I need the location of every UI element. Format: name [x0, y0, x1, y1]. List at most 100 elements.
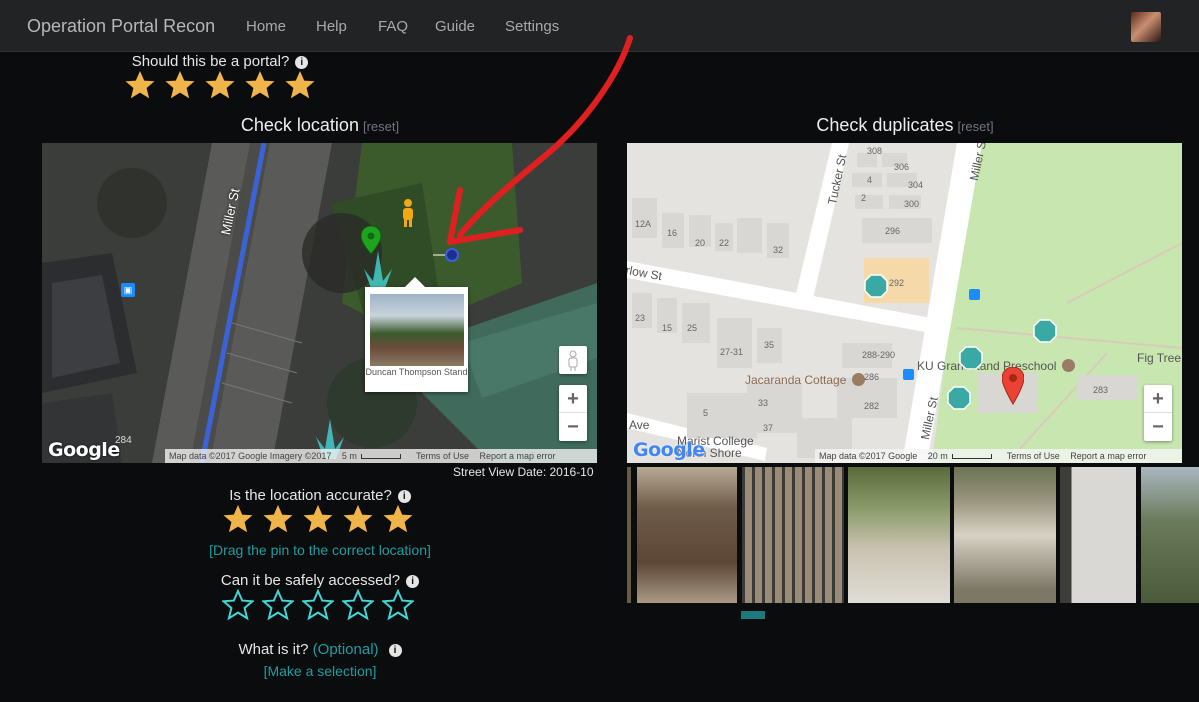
star-icon[interactable]: [222, 589, 254, 621]
house-number: 306: [894, 162, 910, 172]
check-duplicates-label: Check duplicates: [816, 115, 954, 135]
duplicate-photo[interactable]: [627, 467, 631, 603]
map-attribution-text: Map data ©2017 Google Imagery ©2017: [169, 451, 332, 461]
portal-marker-icon[interactable]: [864, 274, 888, 298]
zoom-out-button[interactable]: −: [1144, 413, 1172, 441]
duplicates-reset-link[interactable]: [reset]: [957, 119, 993, 134]
report-link[interactable]: Report a map error: [479, 451, 555, 461]
nav-home[interactable]: Home: [246, 18, 286, 35]
check-duplicates-title: Check duplicates [reset]: [790, 115, 1020, 136]
scale-bar: [952, 454, 993, 459]
optional-label: (Optional): [312, 641, 379, 658]
star-icon[interactable]: [342, 503, 374, 535]
star-icon[interactable]: [262, 589, 294, 621]
star-icon[interactable]: [284, 69, 316, 101]
house-number: 23: [635, 313, 646, 323]
street-view-date: Street View Date: 2016-10: [453, 465, 594, 479]
house-number: 22: [719, 238, 730, 248]
report-link[interactable]: Report a map error: [1070, 451, 1146, 461]
duplicate-photo[interactable]: [848, 467, 950, 603]
info-icon[interactable]: i: [388, 644, 402, 657]
house-number: 286: [864, 372, 880, 382]
what-question-text: What is it?: [238, 641, 309, 658]
portal-marker-icon[interactable]: [959, 346, 983, 370]
portal-marker-icon[interactable]: [1033, 319, 1057, 343]
house-number: 15: [662, 323, 673, 333]
house-number: 4: [867, 175, 873, 185]
duplicate-photo[interactable]: [742, 467, 844, 603]
house-number: 308: [867, 146, 883, 156]
house-number: 2: [861, 193, 867, 203]
star-icon[interactable]: [302, 589, 334, 621]
annotation-arrow-icon: [447, 35, 633, 245]
zoom-in-button[interactable]: +: [1144, 385, 1172, 413]
access-rating: [222, 589, 414, 621]
candidate-pin-icon[interactable]: [1002, 367, 1024, 405]
map-number-label: 284: [115, 435, 132, 446]
portal-question: Should this be a portal? i: [120, 53, 320, 70]
star-icon[interactable]: [262, 503, 294, 535]
star-icon[interactable]: [382, 503, 414, 535]
house-number: 282: [864, 401, 880, 411]
star-icon[interactable]: [244, 69, 276, 101]
duplicate-photo[interactable]: [637, 467, 737, 603]
house-numbers: 308 306 4 2 304 300 12A 16 20 22 32 296 …: [627, 143, 1182, 463]
terms-link[interactable]: Terms of Use: [1007, 451, 1060, 461]
star-icon[interactable]: [342, 589, 374, 621]
map-attribution: Map data ©2017 Google Imagery ©2017 5 m …: [165, 449, 597, 463]
info-icon[interactable]: i: [406, 575, 420, 588]
house-number: 32: [773, 245, 784, 255]
access-question-text: Can it be safely accessed?: [220, 572, 401, 589]
zoom-in-button[interactable]: +: [559, 385, 587, 413]
house-number: 283: [1093, 385, 1109, 395]
bus-stop-icon: [903, 369, 914, 380]
check-location-label: Check location: [240, 115, 359, 135]
zoom-control-duplicates: + −: [1144, 385, 1172, 441]
house-number: 35: [764, 340, 775, 350]
zoom-control: + −: [559, 385, 587, 441]
house-number: 304: [908, 180, 924, 190]
star-icon[interactable]: [124, 69, 156, 101]
house-number: 16: [667, 228, 678, 238]
star-icon[interactable]: [382, 589, 414, 621]
portal-marker-icon[interactable]: [947, 386, 971, 410]
pegman-icon[interactable]: [399, 198, 417, 228]
map-attribution-text: Map data ©2017 Google: [819, 451, 918, 461]
info-icon[interactable]: i: [397, 490, 411, 503]
drag-pin-hint[interactable]: [Drag the pin to the correct location]: [170, 542, 470, 558]
terms-link[interactable]: Terms of Use: [416, 451, 469, 461]
star-icon[interactable]: [204, 69, 236, 101]
star-icon[interactable]: [222, 503, 254, 535]
nav-faq[interactable]: FAQ: [378, 18, 408, 35]
info-icon[interactable]: i: [295, 56, 309, 69]
zoom-out-button[interactable]: −: [559, 413, 587, 441]
street-view-control[interactable]: [559, 346, 587, 374]
portal-question-text: Should this be a portal?: [131, 53, 290, 70]
accuracy-question-text: Is the location accurate?: [229, 487, 392, 504]
brand-title[interactable]: Operation Portal Recon: [27, 16, 215, 37]
check-location-title: Check location [reset]: [210, 115, 430, 136]
duplicate-photo-strip[interactable]: [627, 467, 1199, 603]
carousel-indicator[interactable]: [741, 611, 765, 619]
nav-help[interactable]: Help: [316, 18, 347, 35]
map-scale: 20 m: [927, 451, 948, 461]
make-selection-link[interactable]: [Make a selection]: [200, 663, 440, 679]
bus-stop-icon: ▣: [121, 283, 135, 297]
map-attribution: Map data ©2017 Google 20 m Terms of Use …: [815, 449, 1182, 463]
house-number: 37: [763, 423, 774, 433]
star-icon[interactable]: [164, 69, 196, 101]
star-icon[interactable]: [302, 503, 334, 535]
poi-caption: Duncan Thompson Stand: [365, 367, 468, 377]
poi-popup[interactable]: Duncan Thompson Stand: [365, 277, 468, 392]
map-scale: 5 m: [341, 451, 357, 461]
duplicate-photo[interactable]: [1060, 467, 1136, 603]
house-number: 300: [904, 199, 920, 209]
duplicates-map[interactable]: Tucker St Miller St Miller St rlow St Fi…: [627, 143, 1182, 463]
scale-bar: [361, 454, 402, 459]
avatar[interactable]: [1131, 12, 1161, 42]
duplicate-photo[interactable]: [1141, 467, 1199, 603]
access-question: Can it be safely accessed? i: [190, 572, 450, 589]
house-number: 296: [885, 226, 901, 236]
location-reset-link[interactable]: [reset]: [363, 119, 399, 134]
duplicate-photo[interactable]: [954, 467, 1056, 603]
